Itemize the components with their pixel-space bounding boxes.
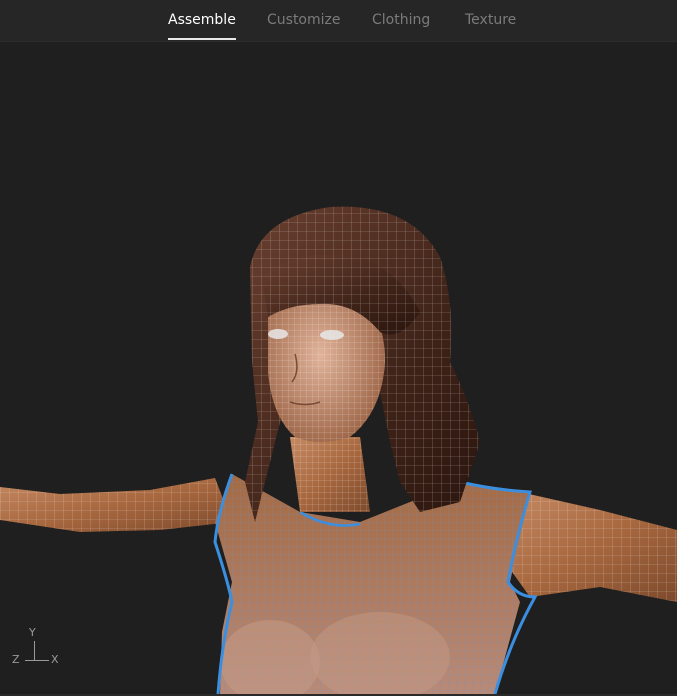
axis-z-line — [25, 660, 35, 661]
tab-assemble[interactable]: Assemble — [168, 12, 236, 40]
axis-z-label: Z — [12, 653, 20, 666]
axis-y-label: Y — [29, 626, 36, 639]
axis-x-label: X — [51, 653, 59, 666]
tab-label: Texture — [465, 12, 517, 28]
character-model-render[interactable] — [0, 42, 677, 694]
app-window: Assemble Customize Clothing Texture Y Z … — [0, 0, 677, 696]
tab-texture[interactable]: Texture — [465, 12, 516, 28]
tab-label: Assemble — [168, 12, 236, 28]
neck-mesh — [290, 437, 370, 512]
axis-y-line — [34, 641, 35, 661]
torso-mesh — [213, 473, 538, 694]
mode-tab-bar: Assemble Customize Clothing Texture — [0, 0, 677, 42]
tab-label: Customize — [267, 12, 341, 28]
left-arm-mesh — [0, 478, 232, 532]
3d-viewport[interactable]: Y Z X — [0, 42, 677, 694]
axis-gizmo: Y Z X — [12, 626, 64, 672]
tab-customize[interactable]: Customize — [267, 12, 341, 28]
active-tab-underline — [168, 38, 236, 40]
right-arm-mesh — [505, 492, 677, 602]
tab-label: Clothing — [372, 12, 431, 28]
axis-x-line — [34, 660, 49, 661]
tab-clothing[interactable]: Clothing — [372, 12, 430, 28]
